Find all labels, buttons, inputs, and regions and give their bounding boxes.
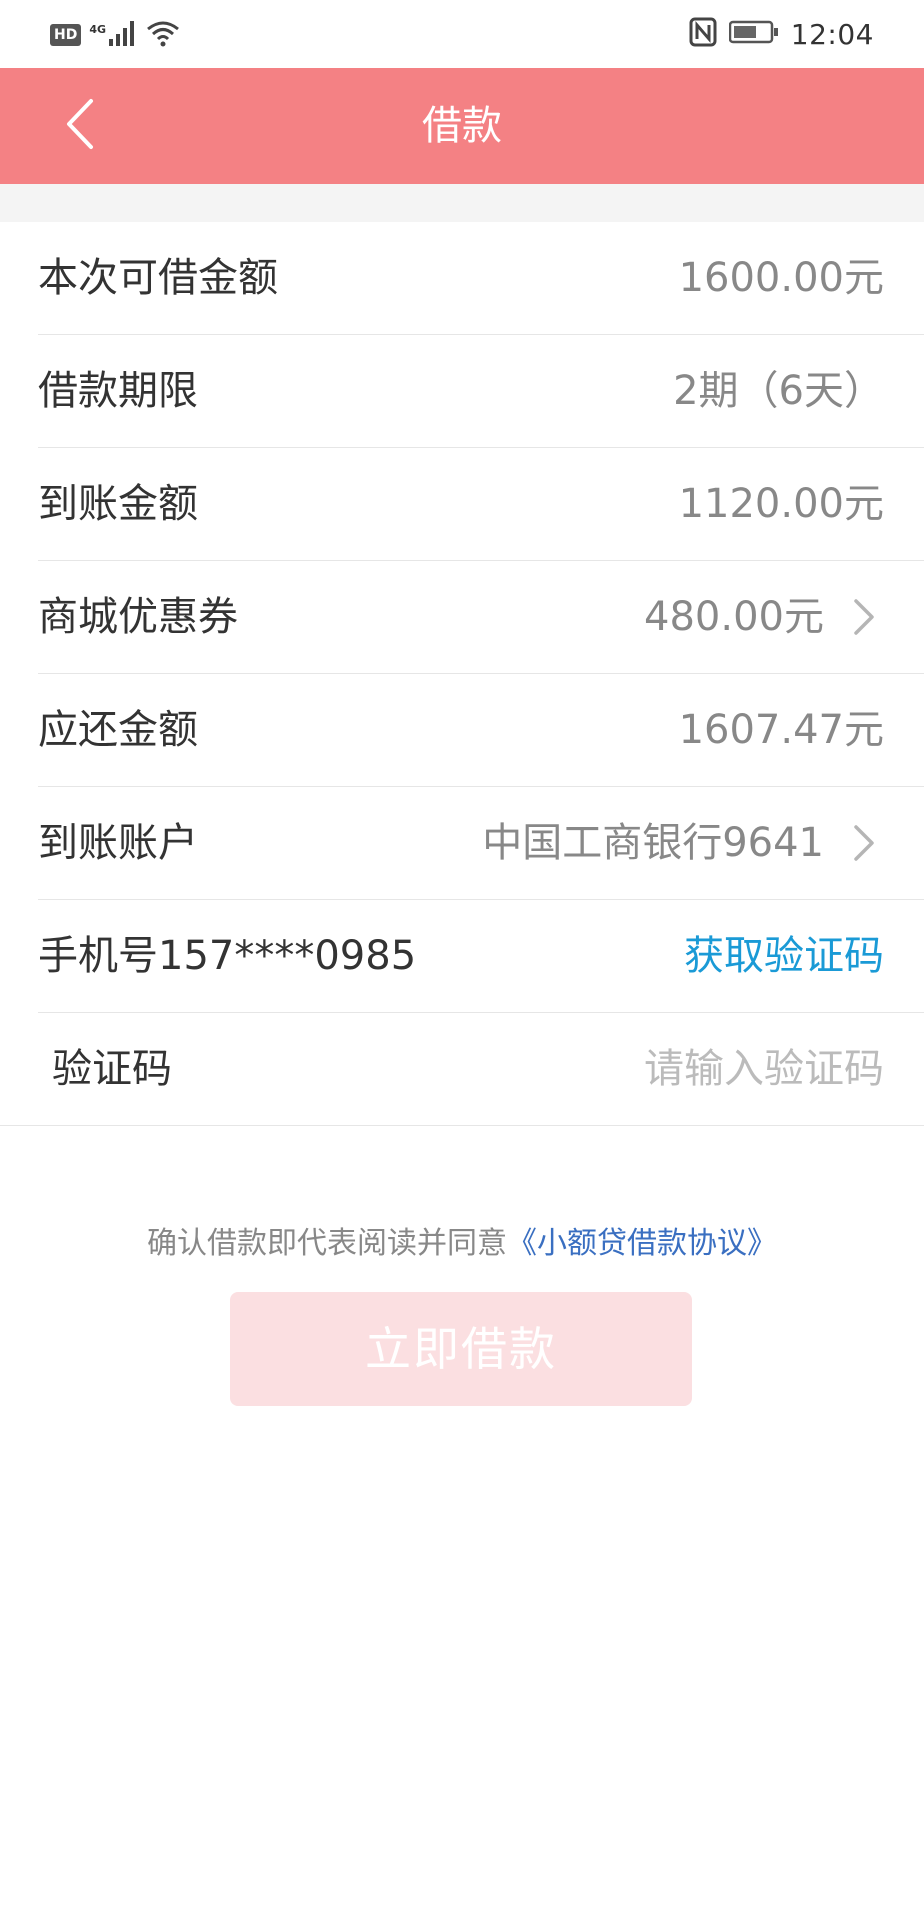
row-loan-term: 借款期限 2期（6天） xyxy=(38,335,924,448)
network-label: 4G xyxy=(89,22,107,36)
verification-code-label: 验证码 xyxy=(52,1046,172,1092)
loan-term-value: 2期（6天） xyxy=(673,368,884,414)
row-phone: 手机号157****0985 获取验证码 xyxy=(38,900,924,1013)
hd-badge: HD xyxy=(50,24,82,46)
row-verification-code: 验证码 xyxy=(0,1013,924,1126)
borrow-now-button[interactable]: 立即借款 xyxy=(230,1292,692,1406)
loan-form: 本次可借金额 1600.00元 借款期限 2期（6天） 到账金额 1120.00… xyxy=(0,222,924,1126)
signal-icon xyxy=(108,19,138,51)
row-available-amount: 本次可借金额 1600.00元 xyxy=(38,222,924,335)
bank-account-label: 到账账户 xyxy=(38,820,198,866)
row-received-amount: 到账金额 1120.00元 xyxy=(38,448,924,561)
status-right: 12:04 xyxy=(689,14,874,54)
received-amount-value: 1120.00元 xyxy=(678,481,884,527)
status-time: 12:04 xyxy=(790,17,874,51)
wifi-icon xyxy=(146,19,180,51)
repayment-amount-value: 1607.47元 xyxy=(678,707,884,753)
row-bank-account[interactable]: 到账账户 中国工商银行9641 xyxy=(38,787,924,900)
status-left: HD 4G xyxy=(50,18,180,52)
agreement-link[interactable]: 《小额贷借款协议》 xyxy=(507,1226,777,1261)
coupon-value: 480.00元 xyxy=(644,594,824,640)
page-title: 借款 xyxy=(422,103,502,149)
battery-icon xyxy=(728,19,779,49)
get-code-button[interactable]: 获取验证码 xyxy=(684,900,884,1012)
agreement-text: 确认借款即代表阅读并同意《小额贷借款协议》 xyxy=(0,1222,924,1266)
loan-term-label: 借款期限 xyxy=(38,368,198,414)
bank-account-value: 中国工商银行9641 xyxy=(482,820,824,866)
phone-label: 手机号157****0985 xyxy=(38,933,417,979)
coupon-label: 商城优惠券 xyxy=(38,594,238,640)
row-coupon[interactable]: 商城优惠券 480.00元 xyxy=(38,561,924,674)
header-bar: 借款 xyxy=(0,68,924,184)
repayment-amount-label: 应还金额 xyxy=(38,707,198,753)
row-repayment-amount: 应还金额 1607.47元 xyxy=(38,674,924,787)
agreement-prefix: 确认借款即代表阅读并同意 xyxy=(147,1226,507,1261)
verification-code-input[interactable] xyxy=(584,1039,884,1099)
nfc-icon xyxy=(689,17,717,51)
received-amount-label: 到账金额 xyxy=(38,481,198,527)
status-bar: HD 4G 12:04 xyxy=(0,0,924,68)
section-divider xyxy=(0,184,924,222)
available-amount-label: 本次可借金额 xyxy=(38,255,278,301)
available-amount-value: 1600.00元 xyxy=(678,255,884,301)
chevron-right-icon xyxy=(844,823,884,863)
chevron-right-icon xyxy=(844,597,884,637)
